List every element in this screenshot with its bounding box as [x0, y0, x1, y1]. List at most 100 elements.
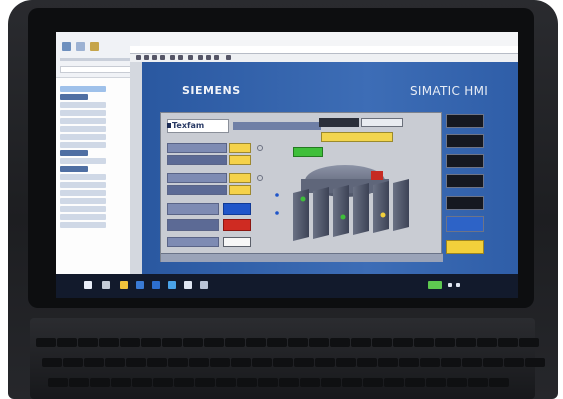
- toolbar-icon[interactable]: [144, 55, 149, 60]
- blue-tag[interactable]: [223, 203, 251, 215]
- side-button[interactable]: [446, 114, 484, 128]
- parameter-label: [167, 155, 227, 165]
- machine-illustration: [275, 165, 409, 241]
- nav-item[interactable]: [60, 126, 106, 132]
- keyboard-key: [153, 378, 173, 387]
- app-icon[interactable]: [200, 281, 208, 289]
- search-icon[interactable]: [102, 281, 110, 289]
- watermark-letters: [485, 112, 515, 262]
- keyboard-key: [336, 358, 356, 367]
- toolbar-icon[interactable]: [178, 55, 183, 60]
- side-button[interactable]: [446, 134, 484, 148]
- keyboard-key: [393, 338, 413, 347]
- run-button[interactable]: [293, 147, 323, 157]
- keyboard-key: [405, 378, 425, 387]
- copy-icon[interactable]: [76, 42, 85, 51]
- toolbar-icon[interactable]: [226, 55, 231, 60]
- file-explorer-window: [56, 32, 140, 274]
- nav-item[interactable]: [60, 214, 106, 220]
- product-name: SIMATIC HMI: [410, 84, 489, 98]
- keyboard-key: [399, 358, 419, 367]
- folder-icon[interactable]: [120, 281, 128, 289]
- parameter-label: [167, 185, 227, 195]
- nav-item[interactable]: [60, 166, 88, 172]
- side-button[interactable]: [446, 216, 484, 232]
- volume-icon[interactable]: [456, 283, 460, 287]
- nav-item[interactable]: [60, 110, 106, 116]
- status-lamp: [380, 212, 386, 218]
- parameter-value[interactable]: [229, 173, 251, 183]
- keyboard-key: [48, 378, 68, 387]
- toolbar-icon[interactable]: [188, 55, 193, 60]
- keyboard-key: [84, 358, 104, 367]
- toolbar-icon[interactable]: [160, 55, 165, 60]
- white-tag[interactable]: [223, 237, 251, 247]
- window-titlebar[interactable]: [130, 46, 518, 54]
- keyboard-key: [357, 358, 377, 367]
- toolbar-icon[interactable]: [198, 55, 203, 60]
- nav-item[interactable]: [60, 142, 106, 148]
- nav-item[interactable]: [60, 190, 106, 196]
- red-tag[interactable]: [223, 219, 251, 231]
- paste-icon[interactable]: [90, 42, 99, 51]
- keyboard-key: [42, 358, 62, 367]
- keyboard-key: [384, 378, 404, 387]
- start-icon[interactable]: [84, 281, 92, 289]
- side-button[interactable]: [446, 196, 484, 210]
- keyboard-key: [120, 338, 140, 347]
- keyboard-key: [519, 338, 539, 347]
- keyboard-key: [147, 358, 167, 367]
- bottom-status-strip: [161, 253, 443, 262]
- nav-item[interactable]: [60, 134, 106, 140]
- address-bar[interactable]: [60, 66, 136, 73]
- nav-item[interactable]: [60, 206, 106, 212]
- nav-item[interactable]: [60, 94, 88, 100]
- keyboard-key: [63, 358, 83, 367]
- nav-item[interactable]: [60, 222, 106, 228]
- pin-icon[interactable]: [62, 42, 71, 51]
- nav-item[interactable]: [60, 174, 106, 180]
- toolbar-icon[interactable]: [170, 55, 175, 60]
- side-button[interactable]: [446, 174, 484, 188]
- toolbar-icon[interactable]: [136, 55, 141, 60]
- keyboard-key: [183, 338, 203, 347]
- keyboard-key: [237, 378, 257, 387]
- nav-item[interactable]: [60, 182, 106, 188]
- nav-item[interactable]: [60, 198, 106, 204]
- keyboard-key: [231, 358, 251, 367]
- app-icon[interactable]: [184, 281, 192, 289]
- status-lamp: [340, 214, 346, 220]
- network-icon[interactable]: [448, 283, 452, 287]
- keyboard-key: [105, 358, 125, 367]
- keyboard-key: [288, 338, 308, 347]
- keyboard-key: [168, 358, 188, 367]
- edge-icon[interactable]: [136, 281, 144, 289]
- nav-item[interactable]: [60, 86, 106, 92]
- keyboard-key: [189, 358, 209, 367]
- parameter-value[interactable]: [229, 185, 251, 195]
- side-button[interactable]: [446, 240, 484, 254]
- keyboard-key: [279, 378, 299, 387]
- parameter-value[interactable]: [229, 155, 251, 165]
- machine-frame-panel: [393, 179, 409, 231]
- keyboard-key: [78, 338, 98, 347]
- keyboard-key: [309, 338, 329, 347]
- toolbar-icon[interactable]: [206, 55, 211, 60]
- keyboard-key: [111, 378, 131, 387]
- nav-item[interactable]: [60, 102, 106, 108]
- keyboard-key: [132, 378, 152, 387]
- status-lamp: [275, 193, 279, 197]
- battery-icon[interactable]: [428, 281, 442, 289]
- side-button[interactable]: [446, 154, 484, 168]
- toolbar-icon[interactable]: [214, 55, 219, 60]
- nav-item[interactable]: [60, 118, 106, 124]
- store-icon[interactable]: [152, 281, 160, 289]
- mail-icon[interactable]: [168, 281, 176, 289]
- toolbar-icon[interactable]: [152, 55, 157, 60]
- keyboard-key: [525, 358, 545, 367]
- parameter-value[interactable]: [229, 143, 251, 153]
- nav-item[interactable]: [60, 158, 106, 164]
- mode-dropdown[interactable]: [321, 132, 393, 142]
- header-bar: [233, 122, 321, 130]
- nav-item[interactable]: [60, 150, 88, 156]
